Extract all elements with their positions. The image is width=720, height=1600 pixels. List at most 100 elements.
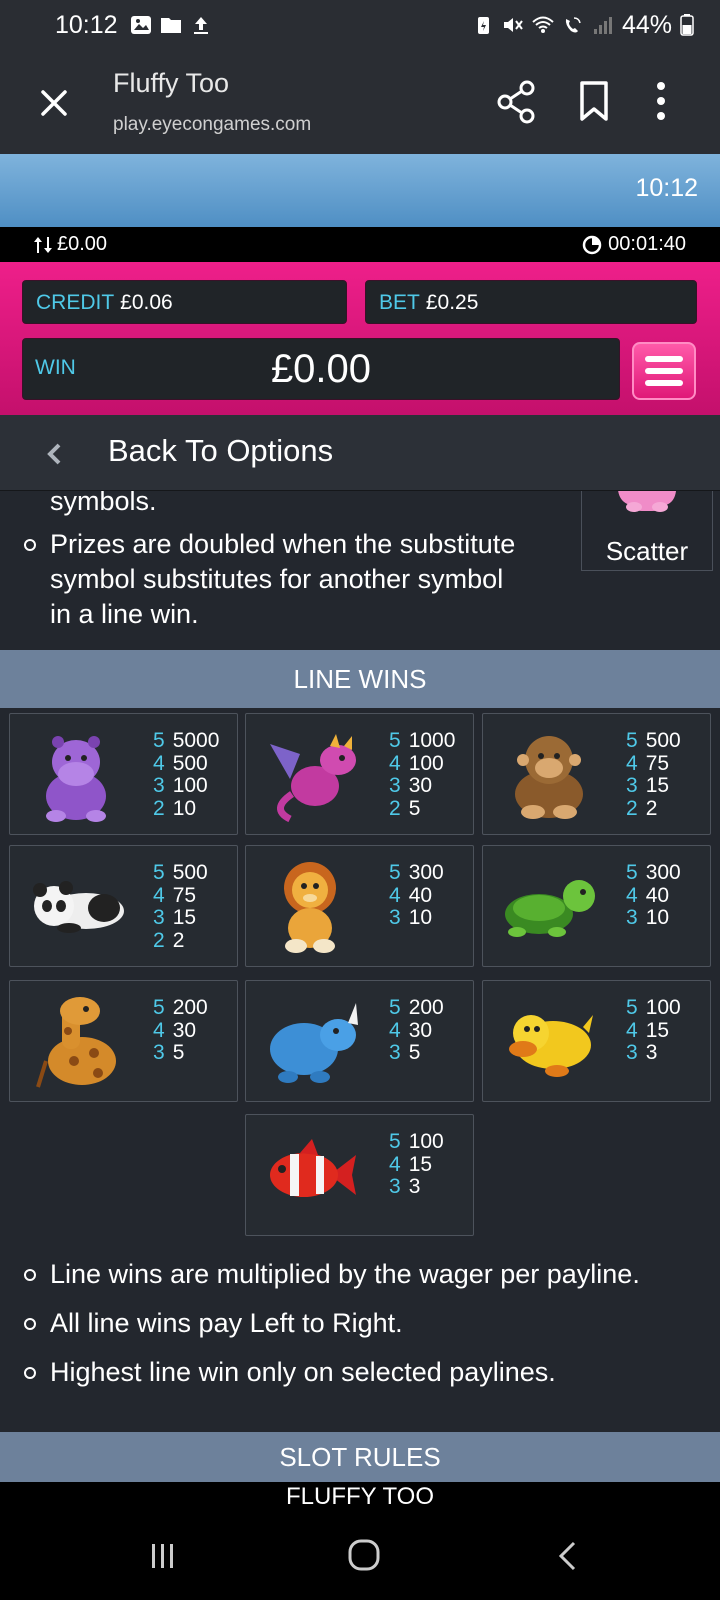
payout-row: 4 15 (389, 1152, 444, 1177)
rule-text: All line wins pay Left to Right. (50, 1308, 403, 1338)
bullet-icon (24, 539, 36, 551)
game-top-band: 10:12 (0, 154, 720, 227)
credit-display: CREDIT £0.06 (22, 280, 347, 324)
payout-row: 33 (389, 1175, 444, 1199)
share-icon[interactable] (497, 80, 537, 124)
bet-display[interactable]: BET £0.25 (365, 280, 697, 324)
payout-count: 3 (389, 1041, 401, 1064)
payout-multiplier: 40 (645, 883, 670, 907)
payout-row: 2 10 (153, 796, 219, 821)
payout-row: 5 1000 (389, 729, 455, 753)
payout-multiplier: 100 (645, 996, 681, 1019)
payout-count: 3 (153, 1041, 165, 1064)
timer-icon (582, 235, 602, 254)
payout-multiplier: 15 (645, 1018, 670, 1042)
upload-icon (193, 17, 208, 34)
payout-list: 5 200 4 30 35 (389, 996, 444, 1065)
payout-multiplier: 10 (645, 906, 670, 929)
payout-row: 3 10 (626, 906, 681, 930)
game-menu-button[interactable] (632, 342, 696, 400)
payout-count: 4 (153, 751, 165, 775)
chevron-left-icon[interactable] (42, 439, 66, 469)
payout-count: 3 (389, 1175, 401, 1198)
payout-count: 4 (153, 1018, 165, 1042)
recent-apps-icon[interactable] (148, 1542, 178, 1570)
payout-count: 5 (389, 1130, 401, 1153)
game-name-header: FLUFFY TOO (0, 1482, 720, 1512)
payout-row: 4 15 (626, 1018, 681, 1043)
payout-multiplier: 75 (172, 883, 197, 907)
bullet-icon (24, 1269, 36, 1281)
payout-count: 3 (389, 906, 401, 929)
battery-percent: 44% (621, 10, 672, 39)
payout-row: 5 500 (153, 861, 208, 885)
paytable-card-dragon: 5 1000 4 100 3 30 25 (245, 713, 474, 835)
payout-list: 5 500 4 75 3 15 22 (626, 729, 681, 821)
payout-row: 35 (389, 1041, 444, 1065)
payout-multiplier: 10 (172, 796, 197, 820)
win-display: WIN £0.00 (22, 338, 620, 400)
payout-row: 5 300 (389, 861, 444, 885)
paytable-card-hippo: 5 5000 4 500 3 100 2 10 (9, 713, 238, 835)
payout-count: 4 (626, 883, 638, 907)
substitute-rule-line: Prizes are doubled when the substitute (50, 529, 516, 559)
credit-value: £0.06 (120, 291, 173, 314)
payout-count: 4 (626, 751, 638, 775)
page-url[interactable]: play.eyecongames.com (113, 114, 311, 136)
win-value: £0.00 (270, 347, 372, 391)
payout-row: 25 (389, 797, 455, 821)
payout-row: 35 (153, 1041, 208, 1065)
payout-multiplier: 30 (172, 1018, 197, 1042)
home-icon[interactable] (347, 1538, 381, 1572)
session-info-bar: £0.00 00:01:40 (0, 227, 720, 262)
payout-multiplier: 30 (408, 1018, 433, 1042)
payout-row: 4 75 (626, 751, 681, 776)
payout-multiplier: 5 (408, 1041, 421, 1064)
up-down-arrows-icon (34, 236, 52, 253)
more-options-icon[interactable] (654, 80, 668, 122)
bookmark-icon[interactable] (578, 80, 610, 122)
payout-count: 2 (153, 928, 165, 952)
status-bar: 10:12 44% (0, 0, 720, 50)
scatter-symbol-card: Scatter (581, 491, 713, 571)
payout-list: 5 300 4 40 3 10 (389, 861, 444, 930)
back-to-options-bar[interactable]: Back To Options (0, 415, 720, 491)
payout-multiplier: 15 (645, 774, 670, 797)
payout-count: 4 (389, 1152, 401, 1176)
clownfish-icon (270, 1139, 356, 1197)
back-icon[interactable] (556, 1540, 578, 1572)
folder-icon (160, 18, 181, 33)
payout-count: 5 (153, 861, 165, 884)
rule-text: Highest line win only on selected paylin… (50, 1357, 556, 1387)
payout-row: 22 (153, 928, 208, 953)
payout-multiplier: 2 (645, 796, 658, 820)
payout-list: 5 300 4 40 3 10 (626, 861, 681, 930)
slot-rules-header: SLOT RULES (0, 1432, 720, 1482)
payout-row: 22 (626, 796, 681, 821)
duck-icon (509, 1015, 593, 1077)
payout-row: 4 30 (389, 1018, 444, 1043)
turtle-icon (505, 880, 595, 937)
payout-row: 4 75 (153, 883, 208, 908)
payout-count: 3 (626, 906, 638, 929)
close-icon[interactable] (34, 83, 74, 123)
partial-text: symbols. (50, 491, 157, 516)
payout-count: 5 (626, 996, 638, 1019)
paytable-card-duck: 5 100 4 15 33 (482, 980, 711, 1102)
payout-multiplier: 5 (172, 1041, 185, 1064)
payout-count: 5 (389, 996, 401, 1019)
payout-list: 5 5000 4 500 3 100 2 10 (153, 729, 219, 821)
payout-row: 3 30 (389, 774, 455, 798)
payout-count: 5 (153, 996, 165, 1019)
payout-count: 4 (389, 883, 401, 907)
payout-row: 3 15 (626, 774, 681, 798)
signal-icon (593, 17, 612, 34)
payout-multiplier: 200 (408, 996, 444, 1019)
battery-saver-icon (477, 17, 489, 34)
payout-multiplier: 15 (408, 1152, 433, 1176)
payout-count: 5 (389, 729, 401, 752)
payout-count: 4 (153, 883, 165, 907)
paytable-card-lion: 5 300 4 40 3 10 (245, 845, 474, 967)
bet-value: £0.25 (425, 291, 479, 314)
help-content: symbols. Prizes are doubled when the sub… (0, 491, 720, 1481)
